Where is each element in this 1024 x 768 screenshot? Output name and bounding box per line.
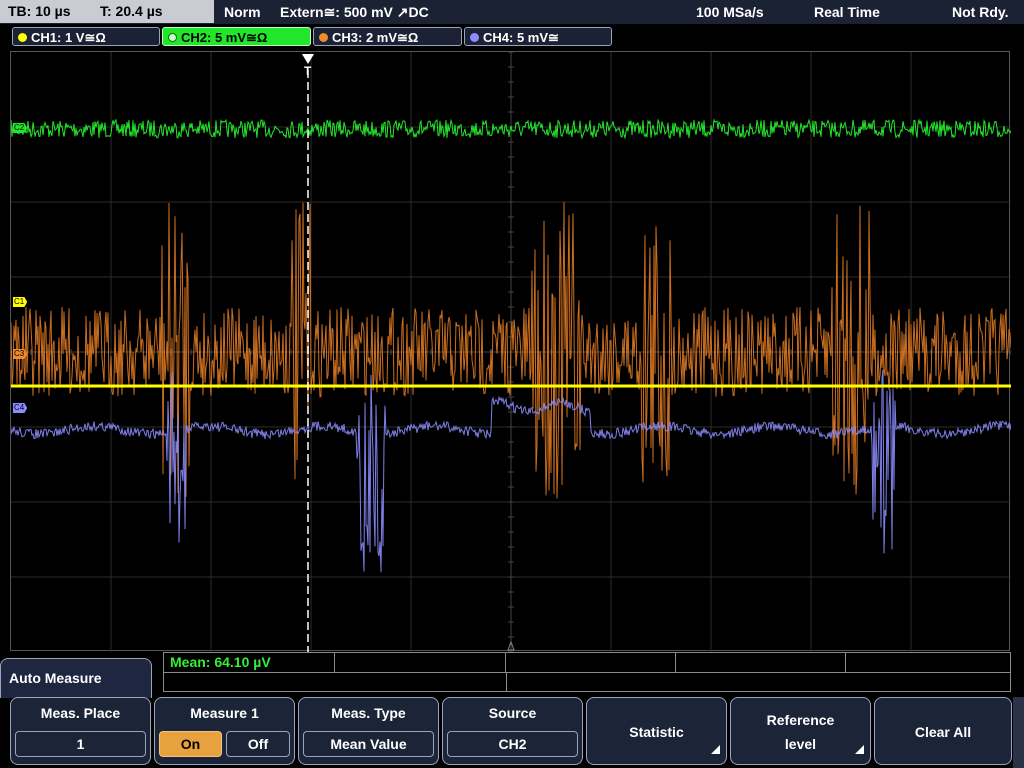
- meas-place-softkey[interactable]: Meas. Place 1: [10, 697, 151, 765]
- ch4-color-dot: [470, 33, 479, 42]
- tab-ch4[interactable]: CH4: 5 mV≅: [464, 27, 612, 46]
- waveform-display[interactable]: C2 C1 C3 C4 T: [10, 51, 1011, 652]
- ch1-color-dot: [18, 33, 27, 42]
- sample-rate: 100 MSa/s: [696, 4, 764, 20]
- source-softkey[interactable]: Source CH2: [442, 697, 583, 765]
- measure1-on-button[interactable]: On: [159, 731, 222, 757]
- measure1-softkey[interactable]: Measure 1 On Off: [154, 697, 295, 765]
- tab-ch1[interactable]: CH1: 1 V≅Ω: [12, 27, 160, 46]
- clear-all-softkey[interactable]: Clear All: [874, 697, 1012, 765]
- submenu-indicator-icon: [711, 745, 720, 754]
- trigger-source[interactable]: Extern≅: 500 mV ↗DC: [280, 0, 429, 24]
- meas-type-softkey[interactable]: Meas. Type Mean Value: [298, 697, 439, 765]
- ch2-level-marker[interactable]: C2: [13, 123, 28, 133]
- ch1-label: CH1: 1 V≅Ω: [31, 30, 106, 45]
- measurement-results: Mean: 64.10 µV: [163, 652, 1011, 692]
- ch3-label: CH3: 2 mV≅Ω: [332, 30, 419, 45]
- ch4-level-marker[interactable]: C4: [13, 403, 28, 413]
- clear-all-label: Clear All: [914, 724, 972, 740]
- result-cell-4: [675, 653, 846, 672]
- reference-level-softkey[interactable]: Reference level: [730, 697, 871, 765]
- meas-type-label: Meas. Type: [331, 705, 406, 721]
- acquisition-state: Not Rdy.: [952, 4, 1009, 20]
- trigger-time-value: T: 20.4 µs: [100, 3, 163, 19]
- meas-place-value[interactable]: 1: [15, 731, 146, 757]
- meas-place-label: Meas. Place: [40, 705, 121, 721]
- acquisition-mode: Real Time: [814, 4, 880, 20]
- ch1-level-marker[interactable]: C1: [13, 297, 28, 307]
- ch2-label: CH2: 5 mV≅Ω: [181, 30, 268, 45]
- timebase-value: TB: 10 µs: [8, 3, 71, 19]
- menu-title: Auto Measure: [0, 658, 152, 698]
- statistic-softkey[interactable]: Statistic: [586, 697, 727, 765]
- reference-level-line1: Reference: [766, 712, 835, 728]
- trigger-position-arrow-icon: [302, 54, 314, 64]
- results-divider: [506, 672, 507, 692]
- ch4-label: CH4: 5 mV≅: [483, 30, 559, 45]
- reference-level-line2: level: [784, 736, 817, 752]
- waveform-canvas: [11, 52, 1011, 652]
- tab-ch2[interactable]: CH2: 5 mV≅Ω: [162, 27, 311, 46]
- results-row: Mean: 64.10 µV: [164, 653, 1010, 673]
- channel-tabs: CH1: 1 V≅Ω CH2: 5 mV≅Ω CH3: 2 mV≅Ω CH4: …: [0, 25, 1024, 49]
- result-cell-1: Mean: 64.10 µV: [164, 653, 335, 672]
- measure1-label: Measure 1: [190, 705, 259, 721]
- status-bar: TB: 10 µs T: 20.4 µs Norm Extern≅: 500 m…: [0, 0, 1024, 24]
- ch2-color-dot: [168, 33, 177, 42]
- result-cell-3: [505, 653, 676, 672]
- ch3-color-dot: [319, 33, 328, 42]
- meas-type-value[interactable]: Mean Value: [303, 731, 434, 757]
- menu-scroll-edge[interactable]: [1013, 697, 1024, 768]
- source-value[interactable]: CH2: [447, 731, 578, 757]
- timebase-box[interactable]: TB: 10 µs T: 20.4 µs: [0, 0, 214, 23]
- source-label: Source: [488, 705, 537, 721]
- mean-result: Mean: 64.10 µV: [170, 654, 271, 670]
- result-cell-2: [334, 653, 506, 672]
- measure1-off-button[interactable]: Off: [226, 731, 290, 757]
- tab-ch3[interactable]: CH3: 2 mV≅Ω: [313, 27, 462, 46]
- statistic-label: Statistic: [629, 724, 684, 740]
- submenu-indicator-icon: [855, 745, 864, 754]
- trigger-position-label[interactable]: T: [304, 64, 311, 78]
- trigger-mode[interactable]: Norm: [224, 0, 261, 24]
- ch3-level-marker[interactable]: C3: [13, 349, 28, 359]
